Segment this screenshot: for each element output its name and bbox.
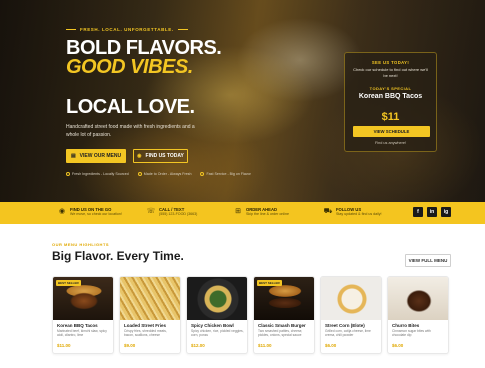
truck-icon: ⛟: [323, 207, 333, 215]
hero-eyebrow: FRESH. LOCAL. UNFORGETTABLE.: [66, 27, 188, 32]
hero-banner: FRESH. LOCAL. UNFORGETTABLE. BOLD FLAVOR…: [0, 0, 485, 202]
food-image: [120, 277, 180, 320]
menu-item-desc: Cinnamon sugar bites with chocolate dip: [392, 329, 431, 338]
info-item-order[interactable]: ⊞ ORDER AHEAD Skip the line & order onlin…: [234, 207, 289, 217]
menu-card[interactable]: Spicy Chicken Bowl Spicy chicken, rice, …: [186, 276, 248, 354]
menu-item-name: Loaded Street Fries: [124, 323, 167, 328]
menu-item-desc: Grilled corn, cotija cheese, lime crema,…: [325, 329, 371, 338]
menu-cards: BEST SELLER Korean BBQ Tacos Marinated b…: [52, 276, 449, 354]
best-seller-badge: BEST SELLER: [56, 280, 81, 286]
menu-item-name: Classic Smash Burger: [258, 323, 306, 328]
hero-headline-2: GOOD VIBES.: [66, 56, 193, 78]
best-seller-badge: BEST SELLER: [257, 280, 282, 286]
cart-icon: ⊞: [235, 207, 241, 215]
hero-headline-3: LOCAL LOVE.: [66, 96, 195, 118]
food-image: [388, 277, 448, 320]
menu-card[interactable]: BEST SELLER Classic Smash Burger Two sma…: [253, 276, 315, 354]
facebook-icon[interactable]: f: [413, 207, 423, 217]
special-label: TODAY'S SPECIAL: [369, 86, 412, 91]
info-sub: We move, so check our location!: [70, 212, 122, 216]
menu-card[interactable]: Loaded Street Fries Crispy fries, shredd…: [119, 276, 181, 354]
menu-item-desc: Two smashed patties, cheese, pickles, on…: [258, 329, 303, 338]
menu-item-desc: Crispy fries, shredded meats, bacon, sca…: [124, 329, 167, 338]
info-sub: Skip the line & order online: [246, 212, 289, 216]
feature-text: Fresh Ingredients - Locally Sourced: [72, 172, 129, 176]
menu-item-price: $6.00: [325, 343, 337, 348]
visit-note: Find us anywhere!: [374, 141, 407, 145]
feature-item: Fresh Ingredients - Locally Sourced: [66, 172, 129, 176]
leaf-icon: [66, 172, 70, 176]
special-name: Korean BBQ Tacos: [358, 93, 423, 100]
find-us-button[interactable]: ◉ FIND US TODAY: [133, 149, 188, 163]
food-image: BEST SELLER: [254, 277, 314, 320]
view-menu-label: VIEW OUR MENU: [79, 153, 122, 159]
social-links: f in ig: [413, 207, 451, 217]
info-item-follow: ⛟ FOLLOW US Stay updated & find us daily!: [324, 207, 382, 217]
info-sub: Stay updated & find us daily!: [336, 212, 382, 216]
location-pin-icon: ◉: [58, 207, 66, 215]
menu-item-price: $12.00: [191, 343, 205, 348]
view-schedule-button[interactable]: VIEW SCHEDULE: [353, 126, 430, 137]
menu-book-icon: ▤: [70, 153, 76, 159]
location-pin-icon: ◉: [137, 153, 142, 159]
feature-text: Made to Order - Always Fresh: [143, 172, 192, 176]
menu-card[interactable]: BEST SELLER Korean BBQ Tacos Marinated b…: [52, 276, 114, 354]
menu-item-name: Street Corn (Elote): [325, 323, 365, 328]
menu-item-price: $6.00: [392, 343, 404, 348]
instagram-icon[interactable]: ig: [441, 207, 451, 217]
linkedin-icon[interactable]: in: [427, 207, 437, 217]
menu-item-name: Spicy Chicken Bowl: [191, 323, 234, 328]
menu-card[interactable]: Churro Bites Cinnamon sugar bites with c…: [387, 276, 449, 354]
menu-item-price: $11.00: [57, 343, 71, 348]
info-item-phone[interactable]: ☏ CALL / TEXT (555) 123-FOOD (3663): [146, 207, 198, 217]
food-image: BEST SELLER: [53, 277, 113, 320]
menu-item-name: Korean BBQ Tacos: [57, 323, 98, 328]
feature-item: Fast Service - Big on Flavor: [200, 172, 251, 176]
menu-eyebrow: OUR MENU HIGHLIGHTS: [52, 242, 110, 247]
menu-item-desc: Marinated beef, kimchi slaw, spicy aioli…: [57, 329, 107, 338]
info-sub: (555) 123-FOOD (3663): [159, 212, 198, 216]
visit-subtitle: Check our schedule to find out where we'…: [353, 67, 428, 78]
chef-icon: [137, 172, 142, 176]
food-image: [187, 277, 247, 320]
hero-features: Fresh Ingredients - Locally Sourced Made…: [66, 172, 251, 176]
clock-icon: [200, 172, 205, 176]
hero-description: Handcrafted street food made with fresh …: [66, 124, 195, 138]
menu-item-name: Churro Bites: [392, 323, 420, 328]
menu-card[interactable]: Street Corn (Elote) Grilled corn, cotija…: [320, 276, 382, 354]
menu-item-price: $9.00: [124, 343, 136, 348]
hero-eyebrow-text: FRESH. LOCAL. UNFORGETTABLE.: [80, 27, 174, 32]
info-item-location: ◉ FIND US ON THE GO We move, so check our…: [58, 207, 122, 217]
phone-icon: ☏: [146, 207, 156, 215]
view-menu-button[interactable]: ▤ VIEW OUR MENU: [66, 149, 126, 163]
menu-item-desc: Spicy chicken, rice, pickled veggies, co…: [191, 329, 244, 338]
find-us-label: FIND US TODAY: [145, 153, 184, 159]
menu-title: Big Flavor. Every Time.: [52, 249, 184, 263]
visit-title: SEE US TODAY!: [371, 60, 410, 65]
feature-item: Made to Order - Always Fresh: [137, 172, 192, 176]
special-price: $11: [381, 111, 400, 123]
feature-text: Fast Service - Big on Flavor: [206, 172, 251, 176]
visit-card: SEE US TODAY! Check our schedule to find…: [344, 52, 437, 152]
food-image: [321, 277, 381, 320]
menu-item-price: $11.00: [258, 343, 272, 348]
hero-headline-1: BOLD FLAVORS.: [66, 37, 222, 59]
view-full-menu-button[interactable]: VIEW FULL MENU: [405, 254, 451, 267]
